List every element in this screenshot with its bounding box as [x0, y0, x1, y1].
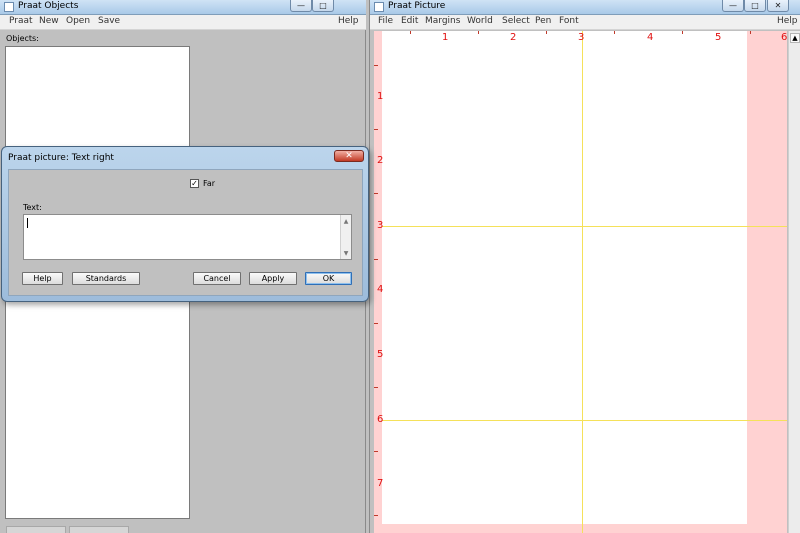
picture-titlebar[interactable]: Praat Picture — □ ✕ — [370, 0, 800, 15]
rename-button[interactable] — [6, 526, 66, 533]
picture-maximize-button[interactable]: □ — [744, 0, 766, 12]
selection-top-line — [382, 226, 787, 227]
picture-minimize-button[interactable]: — — [722, 0, 744, 12]
standards-button[interactable]: Standards — [72, 272, 140, 285]
ruler-tick — [614, 31, 615, 34]
ruler-tick — [374, 515, 378, 516]
dialog-title: Praat picture: Text right — [8, 153, 114, 163]
left-ruler-label: 2 — [377, 155, 384, 166]
left-ruler-label: 7 — [377, 478, 384, 489]
apply-button[interactable]: Apply — [249, 272, 297, 285]
cancel-button[interactable]: Cancel — [193, 272, 241, 285]
picture-menubar: File Edit Margins World Select Pen Font … — [370, 15, 800, 30]
text-scrollbar[interactable]: ▲ ▼ — [340, 215, 351, 259]
text-input[interactable]: ▲ ▼ — [23, 214, 352, 260]
ruler-tick — [374, 65, 378, 66]
objects-menubar: Praat New Open Save Help — [0, 15, 366, 30]
top-ruler-label: 5 — [715, 32, 722, 43]
ruler-tick — [546, 31, 547, 34]
menu-world[interactable]: World — [467, 16, 493, 26]
picture-vertical-scrollbar[interactable]: ▲ — [788, 31, 800, 533]
menu-open[interactable]: Open — [66, 16, 90, 26]
picture-window-title: Praat Picture — [388, 1, 446, 11]
left-ruler-label: 6 — [377, 414, 384, 425]
selection-bottom-line — [382, 420, 787, 421]
top-ruler-label: 2 — [510, 32, 517, 43]
ruler-tick — [374, 387, 378, 388]
objects-window-title: Praat Objects — [18, 1, 79, 11]
ruler-tick — [374, 193, 378, 194]
objects-titlebar[interactable]: Praat Objects — □ — [0, 0, 366, 15]
picture-canvas[interactable]: 1 2 3 4 5 6 1 2 3 4 5 6 7 — [374, 31, 787, 533]
menu-help[interactable]: Help — [777, 16, 798, 26]
menu-select[interactable]: Select — [502, 16, 530, 26]
menu-save[interactable]: Save — [98, 16, 120, 26]
left-ruler-label: 5 — [377, 349, 384, 360]
praat-app-icon — [4, 2, 14, 12]
scroll-down-arrow-icon[interactable]: ▼ — [341, 248, 351, 258]
text-right-dialog: Praat picture: Text right ✕ ✓ Far Text: … — [1, 146, 369, 302]
ok-button[interactable]: OK — [305, 272, 352, 285]
text-label: Text: — [23, 203, 42, 212]
top-ruler-label: 6 — [781, 32, 787, 43]
ruler-tick — [374, 323, 378, 324]
far-option[interactable]: ✓ Far — [190, 179, 215, 188]
left-ruler-label: 4 — [377, 284, 384, 295]
objects-minimize-button[interactable]: — — [290, 0, 312, 12]
dialog-close-button[interactable]: ✕ — [334, 150, 364, 162]
selection-vertical-line — [582, 31, 583, 533]
picture-close-button[interactable]: ✕ — [767, 0, 789, 12]
top-ruler-label: 4 — [647, 32, 654, 43]
ruler-tick — [374, 451, 378, 452]
ruler-tick — [682, 31, 683, 34]
copy-button[interactable] — [69, 526, 129, 533]
menu-file[interactable]: File — [378, 16, 393, 26]
ruler-tick — [478, 31, 479, 34]
objects-maximize-button[interactable]: □ — [312, 0, 334, 12]
menu-praat[interactable]: Praat — [9, 16, 33, 26]
ruler-tick — [410, 31, 411, 34]
far-checkbox[interactable]: ✓ — [190, 179, 199, 188]
menu-pen[interactable]: Pen — [535, 16, 551, 26]
far-label[interactable]: Far — [203, 179, 215, 188]
top-ruler-label: 3 — [578, 32, 585, 43]
text-caret — [27, 218, 28, 228]
menu-help[interactable]: Help — [338, 16, 359, 26]
scroll-up-arrow-icon[interactable]: ▲ — [790, 33, 800, 43]
top-ruler-label: 1 — [442, 32, 449, 43]
menu-edit[interactable]: Edit — [401, 16, 418, 26]
scroll-up-arrow-icon[interactable]: ▲ — [341, 216, 351, 226]
praat-app-icon — [374, 2, 384, 12]
ruler-tick — [374, 259, 378, 260]
dialog-body: ✓ Far Text: ▲ ▼ Help Standards Cancel Ap… — [8, 169, 363, 296]
left-ruler-label: 3 — [377, 220, 384, 231]
help-button[interactable]: Help — [22, 272, 63, 285]
left-ruler-label: 1 — [377, 91, 384, 102]
objects-label: Objects: — [6, 34, 39, 43]
picture-window: Praat Picture — □ ✕ File Edit Margins Wo… — [369, 0, 800, 533]
menu-font[interactable]: Font — [559, 16, 579, 26]
menu-new[interactable]: New — [39, 16, 59, 26]
menu-margins[interactable]: Margins — [425, 16, 460, 26]
ruler-tick — [374, 129, 378, 130]
ruler-tick — [750, 31, 751, 34]
drawing-viewport[interactable] — [382, 31, 747, 524]
